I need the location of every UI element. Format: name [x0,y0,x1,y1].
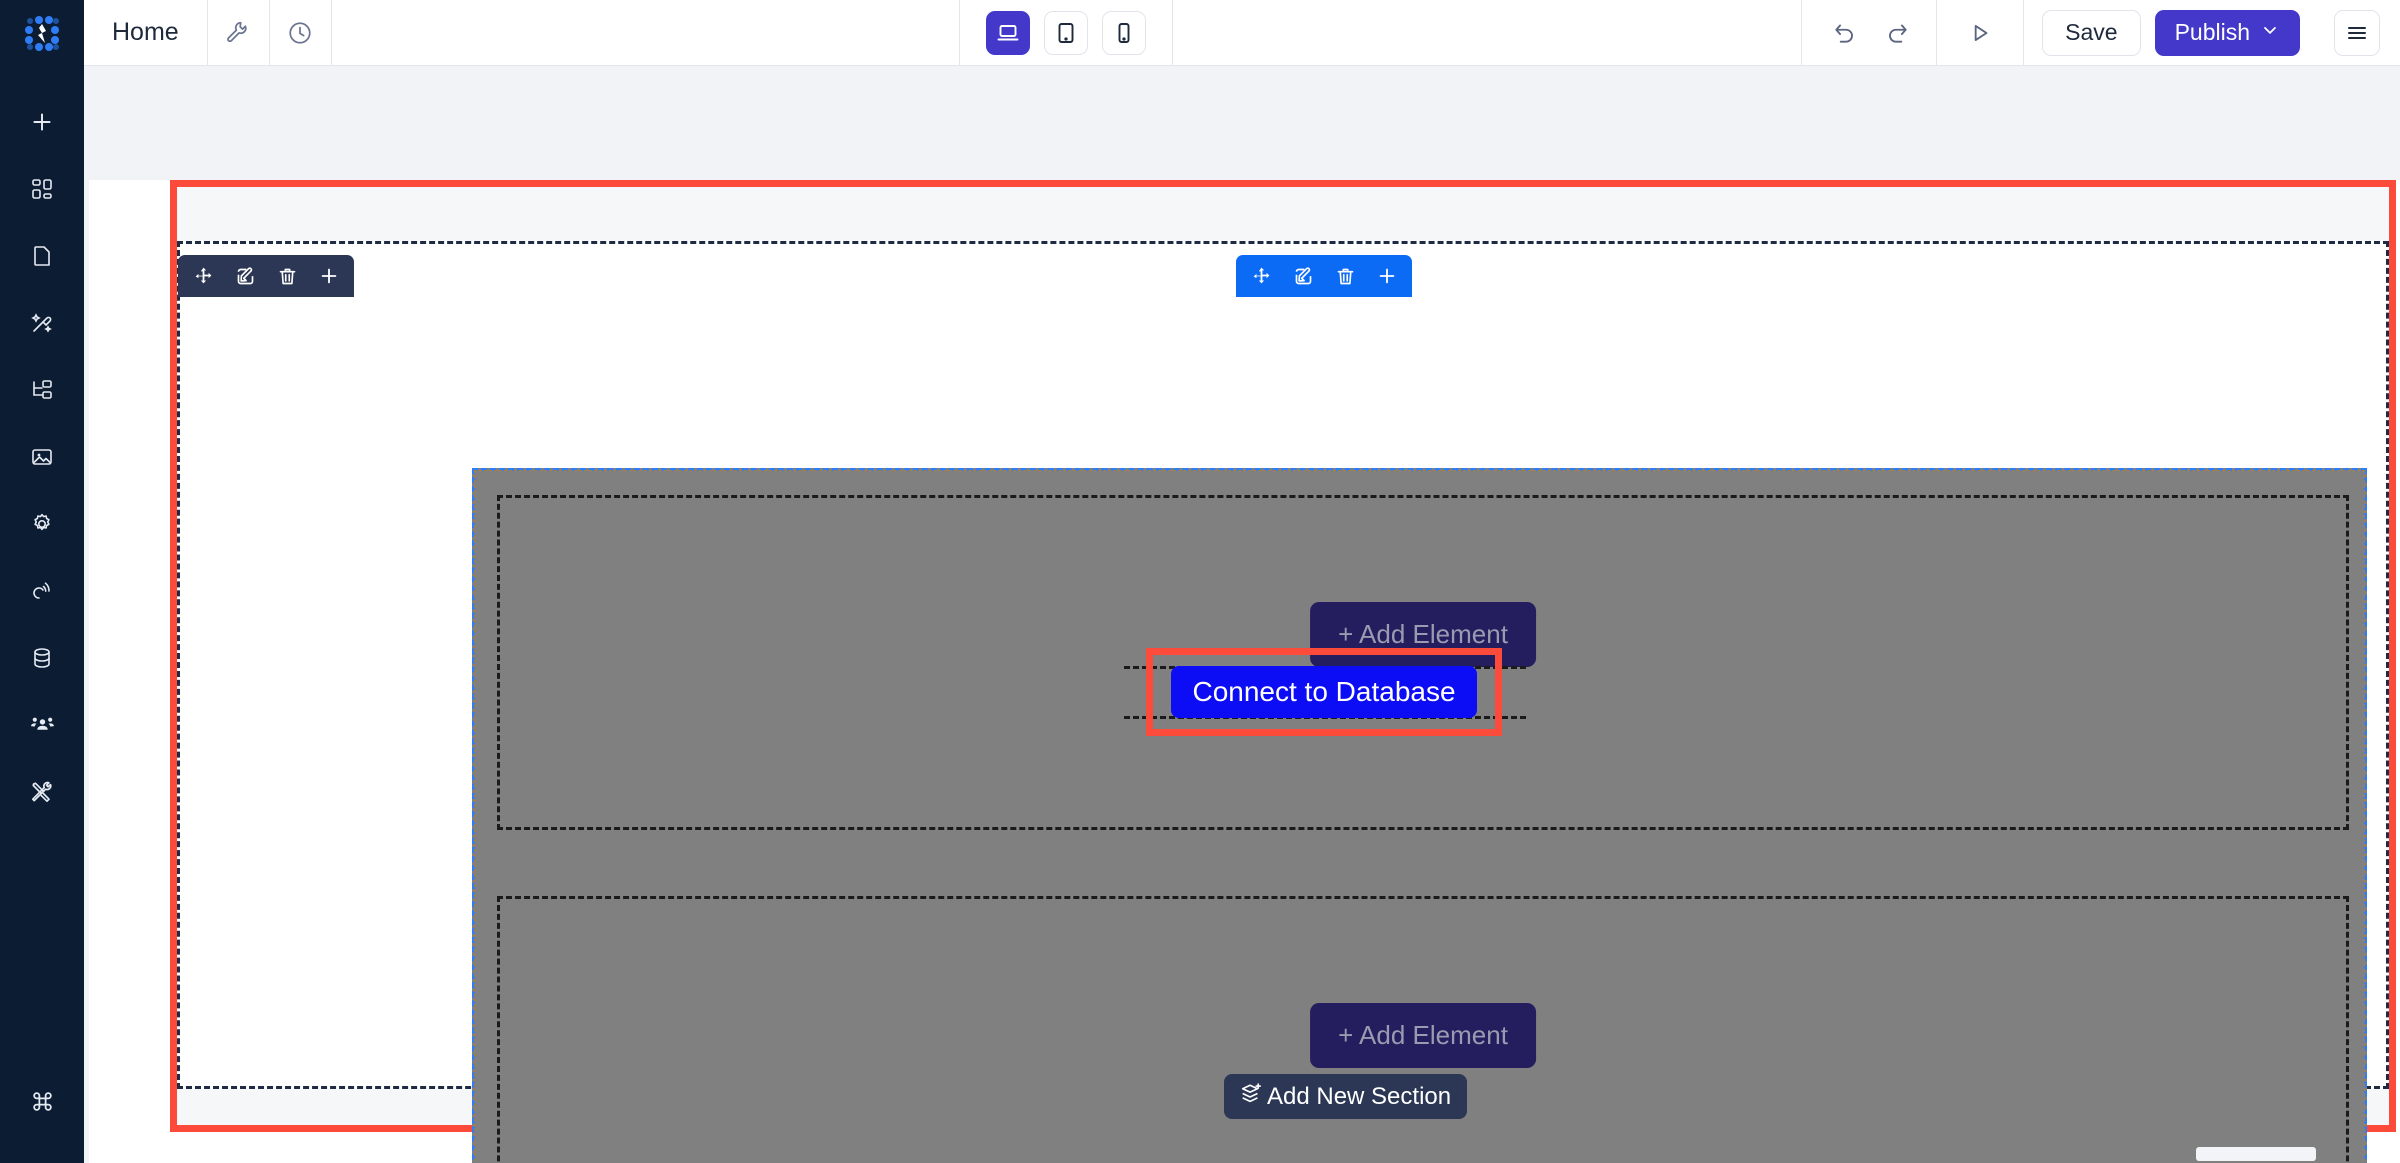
add-new-section-button[interactable]: Add New Section [1224,1074,1468,1119]
sidebar-item-users[interactable] [0,691,84,758]
play-icon[interactable] [1959,12,2001,54]
hamburger-menu-icon[interactable] [2334,9,2380,56]
device-tablet-button[interactable] [1044,10,1089,55]
clock-icon[interactable] [270,0,332,65]
chevron-down-icon [2260,19,2280,46]
connect-to-database-button[interactable]: Connect to Database [1171,666,1477,718]
edit-pencil-icon[interactable] [1282,255,1324,297]
sidebar-item-media[interactable] [0,423,84,490]
layers-plus-icon [1240,1082,1263,1112]
menu-group [2318,0,2400,65]
page-name-label: Home [112,18,179,46]
trash-icon[interactable] [1324,255,1366,297]
sidebar-item-settings[interactable] [0,490,84,557]
save-publish-group: Save Publish [2024,0,2318,65]
device-desktop-button[interactable] [986,10,1031,55]
section-element-toolbar [1236,255,1412,297]
sidebar-item-database[interactable] [0,624,84,691]
sidebar-item-pages[interactable] [0,222,84,289]
sidebar-item-tools[interactable] [0,758,84,825]
page-element-toolbar [178,255,354,297]
toolbar-spacer-left [332,0,960,65]
top-toolbar-right: Save Publish [1801,0,2400,65]
undo-icon[interactable] [1824,12,1866,54]
publish-button[interactable]: Publish [2154,9,2300,56]
section-row-bottom[interactable]: + Add Element [497,896,2349,1163]
plus-icon[interactable] [1366,255,1408,297]
sidebar-item-theme[interactable] [0,289,84,356]
selected-section[interactable]: + Add Element + Add Element [472,468,2367,1163]
sidebar-bottom [0,1068,84,1163]
canvas-area: + Add Element + Add Element Connect to D… [84,66,2400,1163]
canvas-scroll-track[interactable] [84,66,89,1163]
move-arrows-icon[interactable] [182,255,224,297]
redo-icon[interactable] [1876,12,1918,54]
top-toolbar: Home Save Publish [84,0,2400,66]
wrench-icon[interactable] [208,0,270,65]
sidebar-item-components[interactable] [0,155,84,222]
device-switcher [959,0,1174,65]
canvas-top-band [88,66,2400,180]
left-sidebar [0,0,84,1163]
device-mobile-button[interactable] [1102,10,1147,55]
sidebar-items [0,66,84,825]
main-pane: Home Save Publish + Add Element + Add El… [84,0,2400,1163]
history-controls [1801,0,1936,65]
sidebar-item-add[interactable] [0,88,84,155]
sidebar-item-api[interactable] [0,557,84,624]
preview-controls [1936,0,2025,65]
add-element-button-bottom[interactable]: + Add Element [1310,1003,1536,1068]
publish-label: Publish [2174,19,2250,45]
edit-pencil-icon[interactable] [224,255,266,297]
plus-icon[interactable] [308,255,350,297]
toolbar-spacer-right [1173,0,1801,65]
page-name-tab[interactable]: Home [84,0,208,65]
add-new-section-label: Add New Section [1267,1082,1452,1110]
bottom-chrome-hint [2196,1147,2316,1161]
app-grid-logo-icon[interactable] [0,0,84,66]
sidebar-item-layers[interactable] [0,356,84,423]
app-root: Home Save Publish + Add Element + Add El… [0,0,2400,1163]
sidebar-item-shortcuts[interactable] [0,1068,84,1135]
trash-icon[interactable] [266,255,308,297]
save-button[interactable]: Save [2042,9,2141,56]
move-arrows-icon[interactable] [1240,255,1282,297]
